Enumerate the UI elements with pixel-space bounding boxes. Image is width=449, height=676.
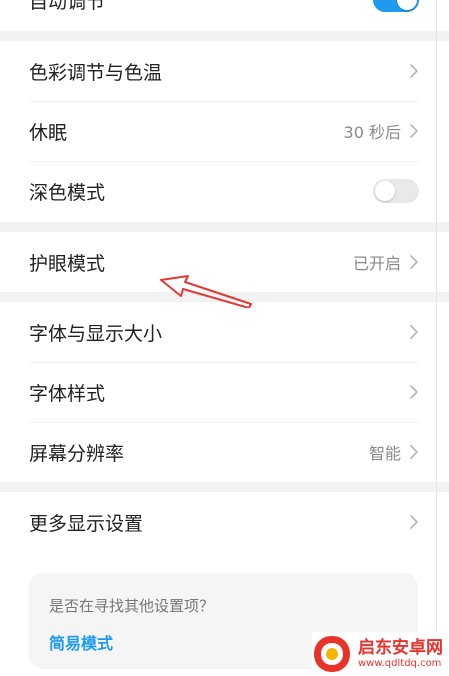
- section-gap: [0, 482, 449, 492]
- dark-mode-toggle[interactable]: [373, 179, 419, 203]
- row-more-display-settings[interactable]: 更多显示设置: [0, 492, 449, 552]
- row-label: 字体样式: [29, 382, 106, 405]
- row-screen-resolution[interactable]: 屏幕分辨率 智能: [0, 422, 449, 482]
- auto-adjust-toggle[interactable]: [373, 0, 419, 12]
- annotation-arrow-icon: [160, 275, 252, 308]
- chevron-right-icon: [409, 514, 419, 530]
- row-font-style[interactable]: 字体样式: [0, 362, 449, 422]
- row-label: 色彩调节与色温: [29, 61, 163, 84]
- chevron-right-icon: [409, 254, 419, 270]
- row-label: 深色模式: [29, 181, 106, 204]
- row-label: 更多显示设置: [29, 512, 144, 535]
- chevron-right-icon: [409, 123, 419, 139]
- display-settings-page: 自动调节 色彩调节与色温 休眠 30 秒后 深色模式 护眼模式 已开启 字体与显…: [0, 0, 449, 676]
- watermark: 启东安卓网 www.qdltdq.com: [312, 632, 449, 676]
- watermark-name: 启东安卓网: [358, 638, 443, 658]
- row-sleep[interactable]: 休眠 30 秒后: [0, 101, 449, 161]
- suggestion-question: 是否在寻找其他设置项？: [49, 597, 215, 615]
- resolution-value: 智能: [368, 444, 401, 463]
- row-color-temperature[interactable]: 色彩调节与色温: [0, 41, 449, 101]
- chevron-right-icon: [409, 444, 419, 460]
- row-dark-mode[interactable]: 深色模式: [0, 161, 449, 221]
- section-gap: [0, 31, 449, 41]
- watermark-url: www.qdltdq.com: [358, 658, 442, 669]
- row-label: 休眠: [29, 121, 68, 144]
- scroll-edge: [436, 0, 437, 676]
- watermark-logo-icon: [314, 636, 350, 672]
- row-label: 字体与显示大小: [29, 322, 163, 345]
- section-gap: [0, 222, 449, 232]
- eye-comfort-status: 已开启: [352, 254, 401, 273]
- row-label: 自动调节: [29, 0, 106, 13]
- chevron-right-icon: [409, 63, 419, 79]
- chevron-right-icon: [409, 384, 419, 400]
- row-font-display-size[interactable]: 字体与显示大小: [0, 302, 449, 362]
- sleep-value: 30 秒后: [343, 123, 401, 142]
- chevron-right-icon: [409, 324, 419, 340]
- row-auto-adjust[interactable]: 自动调节: [0, 0, 449, 30]
- row-label: 屏幕分辨率: [29, 442, 125, 465]
